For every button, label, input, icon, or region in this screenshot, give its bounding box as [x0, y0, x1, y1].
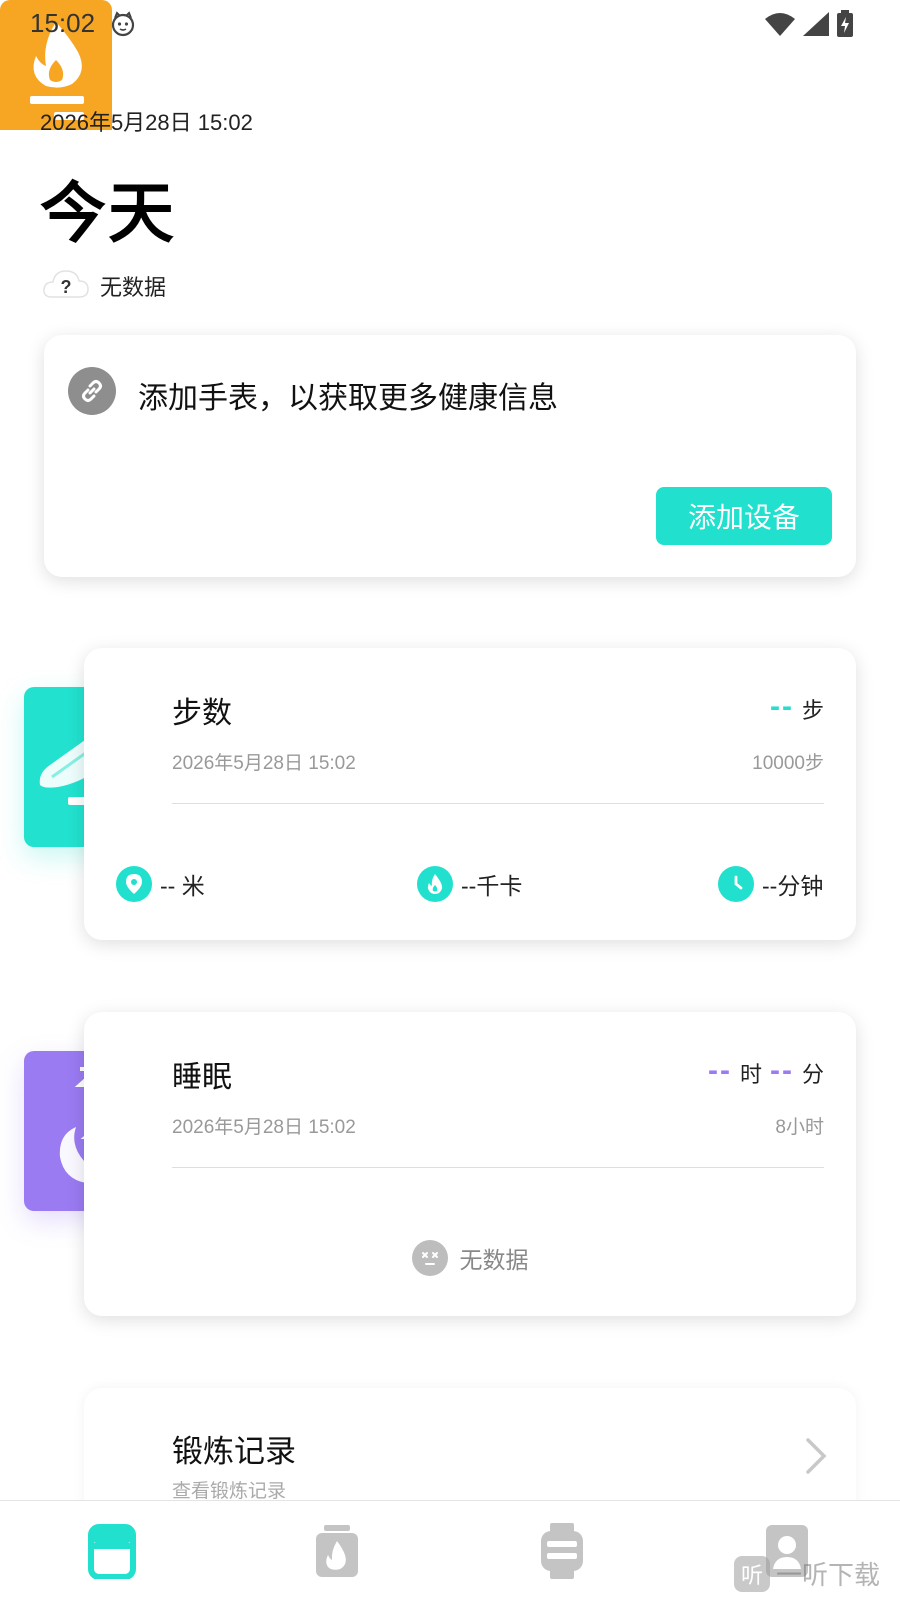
duration-metric: --分钟	[718, 866, 823, 902]
sleep-goal: 8小时	[775, 1117, 824, 1138]
status-icons	[764, 10, 854, 43]
calories-text: --千卡	[461, 873, 523, 899]
weather-label: 无数据	[100, 274, 167, 300]
header-date: 2026年5月28日 15:02	[40, 110, 253, 135]
steps-divider	[172, 803, 824, 804]
dizzy-face-icon	[411, 1240, 448, 1276]
steps-goal: 10000步	[752, 753, 824, 774]
distance-text: -- 米	[160, 873, 205, 899]
workout-subtitle: 查看锻炼记录	[172, 1481, 287, 1502]
watermark-text: 一听下载	[775, 1560, 880, 1590]
location-pin-icon	[116, 866, 152, 902]
add-device-card: 添加手表，以获取更多健康信息 添加设备	[44, 335, 856, 577]
nav-watch-icon[interactable]	[537, 1523, 587, 1579]
weather-status[interactable]: ? 无数据	[42, 266, 166, 305]
steps-card[interactable]: 步数 -- 步 2026年5月28日 15:02 10000步 -- 米 --千…	[84, 648, 856, 940]
steps-value-unit: 步	[801, 698, 824, 723]
chevron-right-icon[interactable]	[804, 1436, 828, 1476]
clock-icon	[718, 866, 754, 902]
watermark-logo: 听	[733, 1555, 770, 1592]
link-icon	[68, 367, 116, 415]
calories-metric: --千卡	[417, 866, 522, 902]
battery-charging-icon	[836, 10, 854, 43]
sleep-divider	[172, 1167, 824, 1168]
weather-unknown-icon: ?	[42, 266, 90, 305]
steps-time: 2026年5月28日 15:02	[172, 753, 356, 774]
sleep-minutes-value: --	[770, 1054, 794, 1087]
add-device-prompt: 添加手表，以获取更多健康信息	[138, 382, 558, 415]
sleep-time: 2026年5月28日 15:02	[172, 1117, 356, 1138]
status-bar: 15:02	[0, 0, 900, 46]
sleep-title: 睡眠	[172, 1061, 232, 1094]
sleep-hours-unit: 时	[739, 1062, 762, 1087]
cat-face-icon	[110, 11, 136, 37]
watermark: 听 一听下载	[733, 1555, 880, 1592]
nav-home-dashboard-icon[interactable]	[87, 1523, 137, 1580]
status-time: 15:02	[30, 8, 96, 38]
sleep-value: -- 时 -- 分	[708, 1056, 824, 1086]
svg-text:?: ?	[61, 277, 72, 297]
distance-metric: -- 米	[116, 866, 205, 902]
steps-value-number: --	[770, 690, 794, 723]
signal-icon	[802, 11, 830, 42]
workout-title: 锻炼记录	[172, 1434, 296, 1469]
flame-icon	[417, 866, 453, 902]
sleep-card[interactable]: 睡眠 -- 时 -- 分 2026年5月28日 15:02 8小时 无数据	[84, 1012, 856, 1316]
nav-workout-icon[interactable]	[312, 1523, 362, 1579]
duration-text: --分钟	[762, 873, 824, 899]
sleep-no-data-text: 无数据	[459, 1247, 529, 1273]
sleep-no-data: 无数据	[84, 1240, 856, 1276]
add-device-button[interactable]: 添加设备	[656, 487, 832, 545]
sleep-hours-value: --	[708, 1054, 732, 1087]
sleep-minutes-unit: 分	[801, 1062, 824, 1087]
wifi-icon	[764, 11, 796, 42]
steps-value: -- 步	[770, 692, 824, 722]
steps-title: 步数	[172, 697, 232, 730]
page-title: 今天	[40, 176, 176, 250]
